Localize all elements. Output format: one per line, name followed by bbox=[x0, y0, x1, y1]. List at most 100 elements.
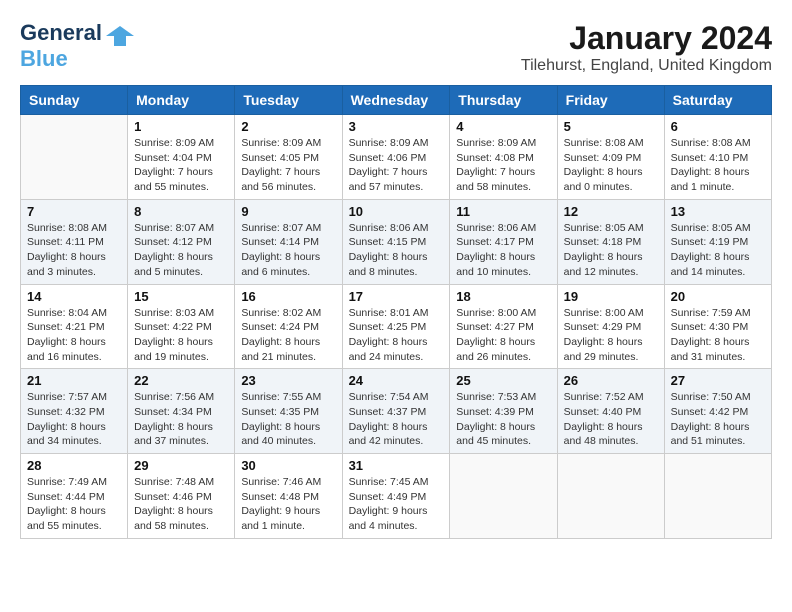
week-row-3: 14 Sunrise: 8:04 AM Sunset: 4:21 PM Dayli… bbox=[21, 284, 772, 369]
day-cell: 4Sunrise: 8:09 AM Sunset: 4:08 PM Daylig… bbox=[450, 115, 557, 200]
day-number: 9 bbox=[241, 204, 335, 219]
day-number: 4 bbox=[456, 119, 550, 134]
day-cell: 24 Sunrise: 7:54 AM Sunset: 4:37 PM Dayli… bbox=[342, 369, 450, 454]
day-detail: Sunrise: 7:54 AM Sunset: 4:37 PM Dayligh… bbox=[349, 390, 444, 449]
day-cell: 10 Sunrise: 8:06 AM Sunset: 4:15 PM Dayli… bbox=[342, 199, 450, 284]
day-number: 7 bbox=[27, 204, 121, 219]
day-detail: Sunrise: 8:04 AM Sunset: 4:21 PM Dayligh… bbox=[27, 306, 121, 365]
day-detail: Sunrise: 7:53 AM Sunset: 4:39 PM Dayligh… bbox=[456, 390, 550, 449]
day-detail: Sunrise: 8:00 AM Sunset: 4:29 PM Dayligh… bbox=[564, 306, 658, 365]
day-cell: 28 Sunrise: 7:49 AM Sunset: 4:44 PM Dayli… bbox=[21, 454, 128, 539]
week-row-1: 1 Sunrise: 8:09 AM Sunset: 4:04 PM Daylig… bbox=[21, 115, 772, 200]
day-detail: Sunrise: 8:07 AM Sunset: 4:12 PM Dayligh… bbox=[134, 221, 228, 280]
day-cell: 14 Sunrise: 8:04 AM Sunset: 4:21 PM Dayli… bbox=[21, 284, 128, 369]
day-number: 2 bbox=[241, 119, 335, 134]
day-number: 16 bbox=[241, 289, 335, 304]
day-cell: 5Sunrise: 8:08 AM Sunset: 4:09 PM Daylig… bbox=[557, 115, 664, 200]
day-number: 24 bbox=[349, 373, 444, 388]
day-detail: Sunrise: 8:09 AM Sunset: 4:06 PM Dayligh… bbox=[349, 136, 444, 195]
day-cell: 7 Sunrise: 8:08 AM Sunset: 4:11 PM Daylig… bbox=[21, 199, 128, 284]
day-cell bbox=[664, 454, 771, 539]
week-row-5: 28 Sunrise: 7:49 AM Sunset: 4:44 PM Dayli… bbox=[21, 454, 772, 539]
day-detail: Sunrise: 8:02 AM Sunset: 4:24 PM Dayligh… bbox=[241, 306, 335, 365]
week-row-4: 21 Sunrise: 7:57 AM Sunset: 4:32 PM Dayli… bbox=[21, 369, 772, 454]
day-cell: 8 Sunrise: 8:07 AM Sunset: 4:12 PM Daylig… bbox=[128, 199, 235, 284]
header-saturday: Saturday bbox=[664, 86, 771, 115]
day-detail: Sunrise: 8:06 AM Sunset: 4:15 PM Dayligh… bbox=[349, 221, 444, 280]
day-number: 22 bbox=[134, 373, 228, 388]
day-detail: Sunrise: 8:05 AM Sunset: 4:18 PM Dayligh… bbox=[564, 221, 658, 280]
day-detail: Sunrise: 7:46 AM Sunset: 4:48 PM Dayligh… bbox=[241, 475, 335, 534]
calendar-title: January 2024 bbox=[521, 20, 772, 57]
header-monday: Monday bbox=[128, 86, 235, 115]
logo-bird-icon bbox=[106, 22, 134, 50]
day-number: 21 bbox=[27, 373, 121, 388]
day-cell: 18 Sunrise: 8:00 AM Sunset: 4:27 PM Dayli… bbox=[450, 284, 557, 369]
day-cell: 25 Sunrise: 7:53 AM Sunset: 4:39 PM Dayli… bbox=[450, 369, 557, 454]
day-detail: Sunrise: 8:01 AM Sunset: 4:25 PM Dayligh… bbox=[349, 306, 444, 365]
day-number: 18 bbox=[456, 289, 550, 304]
day-detail: Sunrise: 8:00 AM Sunset: 4:27 PM Dayligh… bbox=[456, 306, 550, 365]
header-wednesday: Wednesday bbox=[342, 86, 450, 115]
day-detail: Sunrise: 7:57 AM Sunset: 4:32 PM Dayligh… bbox=[27, 390, 121, 449]
day-cell: 3Sunrise: 8:09 AM Sunset: 4:06 PM Daylig… bbox=[342, 115, 450, 200]
day-detail: Sunrise: 7:45 AM Sunset: 4:49 PM Dayligh… bbox=[349, 475, 444, 534]
day-detail: Sunrise: 7:52 AM Sunset: 4:40 PM Dayligh… bbox=[564, 390, 658, 449]
day-cell: 16 Sunrise: 8:02 AM Sunset: 4:24 PM Dayli… bbox=[235, 284, 342, 369]
header-sunday: Sunday bbox=[21, 86, 128, 115]
day-cell: 12 Sunrise: 8:05 AM Sunset: 4:18 PM Dayli… bbox=[557, 199, 664, 284]
day-number: 25 bbox=[456, 373, 550, 388]
day-number: 6 bbox=[671, 119, 765, 134]
day-number: 14 bbox=[27, 289, 121, 304]
day-cell: 26 Sunrise: 7:52 AM Sunset: 4:40 PM Dayli… bbox=[557, 369, 664, 454]
day-cell: 9 Sunrise: 8:07 AM Sunset: 4:14 PM Daylig… bbox=[235, 199, 342, 284]
day-cell bbox=[450, 454, 557, 539]
day-number: 30 bbox=[241, 458, 335, 473]
day-cell: 22Sunrise: 7:56 AM Sunset: 4:34 PM Dayli… bbox=[128, 369, 235, 454]
day-cell bbox=[557, 454, 664, 539]
day-number: 29 bbox=[134, 458, 228, 473]
day-detail: Sunrise: 8:08 AM Sunset: 4:10 PM Dayligh… bbox=[671, 136, 765, 195]
day-detail: Sunrise: 7:49 AM Sunset: 4:44 PM Dayligh… bbox=[27, 475, 121, 534]
day-cell: 30 Sunrise: 7:46 AM Sunset: 4:48 PM Dayli… bbox=[235, 454, 342, 539]
day-number: 20 bbox=[671, 289, 765, 304]
day-cell: 31 Sunrise: 7:45 AM Sunset: 4:49 PM Dayli… bbox=[342, 454, 450, 539]
day-cell: 19 Sunrise: 8:00 AM Sunset: 4:29 PM Dayli… bbox=[557, 284, 664, 369]
title-area: January 2024 Tilehurst, England, United … bbox=[521, 20, 772, 75]
day-cell: 6 Sunrise: 8:08 AM Sunset: 4:10 PM Daylig… bbox=[664, 115, 771, 200]
day-cell: 13 Sunrise: 8:05 AM Sunset: 4:19 PM Dayli… bbox=[664, 199, 771, 284]
day-detail: Sunrise: 8:08 AM Sunset: 4:11 PM Dayligh… bbox=[27, 221, 121, 280]
day-number: 15 bbox=[134, 289, 228, 304]
day-detail: Sunrise: 7:48 AM Sunset: 4:46 PM Dayligh… bbox=[134, 475, 228, 534]
day-detail: Sunrise: 8:09 AM Sunset: 4:04 PM Dayligh… bbox=[134, 136, 228, 195]
day-detail: Sunrise: 8:07 AM Sunset: 4:14 PM Dayligh… bbox=[241, 221, 335, 280]
day-number: 19 bbox=[564, 289, 658, 304]
day-cell: 11Sunrise: 8:06 AM Sunset: 4:17 PM Dayli… bbox=[450, 199, 557, 284]
day-number: 1 bbox=[134, 119, 228, 134]
day-number: 28 bbox=[27, 458, 121, 473]
day-cell: 27Sunrise: 7:50 AM Sunset: 4:42 PM Dayli… bbox=[664, 369, 771, 454]
day-number: 8 bbox=[134, 204, 228, 219]
calendar-subtitle: Tilehurst, England, United Kingdom bbox=[521, 57, 772, 75]
day-number: 12 bbox=[564, 204, 658, 219]
day-number: 17 bbox=[349, 289, 444, 304]
day-number: 11 bbox=[456, 204, 550, 219]
header-tuesday: Tuesday bbox=[235, 86, 342, 115]
day-detail: Sunrise: 8:03 AM Sunset: 4:22 PM Dayligh… bbox=[134, 306, 228, 365]
header: General Blue January 2024 Tilehurst, Eng… bbox=[20, 20, 772, 75]
header-friday: Friday bbox=[557, 86, 664, 115]
day-detail: Sunrise: 8:05 AM Sunset: 4:19 PM Dayligh… bbox=[671, 221, 765, 280]
day-number: 31 bbox=[349, 458, 444, 473]
day-cell: 17 Sunrise: 8:01 AM Sunset: 4:25 PM Dayli… bbox=[342, 284, 450, 369]
day-cell: 1 Sunrise: 8:09 AM Sunset: 4:04 PM Daylig… bbox=[128, 115, 235, 200]
day-cell: 20 Sunrise: 7:59 AM Sunset: 4:30 PM Dayli… bbox=[664, 284, 771, 369]
day-cell bbox=[21, 115, 128, 200]
day-cell: 15 Sunrise: 8:03 AM Sunset: 4:22 PM Dayli… bbox=[128, 284, 235, 369]
day-number: 10 bbox=[349, 204, 444, 219]
day-number: 13 bbox=[671, 204, 765, 219]
day-number: 26 bbox=[564, 373, 658, 388]
day-detail: Sunrise: 7:59 AM Sunset: 4:30 PM Dayligh… bbox=[671, 306, 765, 365]
day-number: 23 bbox=[241, 373, 335, 388]
day-cell: 23 Sunrise: 7:55 AM Sunset: 4:35 PM Dayli… bbox=[235, 369, 342, 454]
day-detail: Sunrise: 7:55 AM Sunset: 4:35 PM Dayligh… bbox=[241, 390, 335, 449]
